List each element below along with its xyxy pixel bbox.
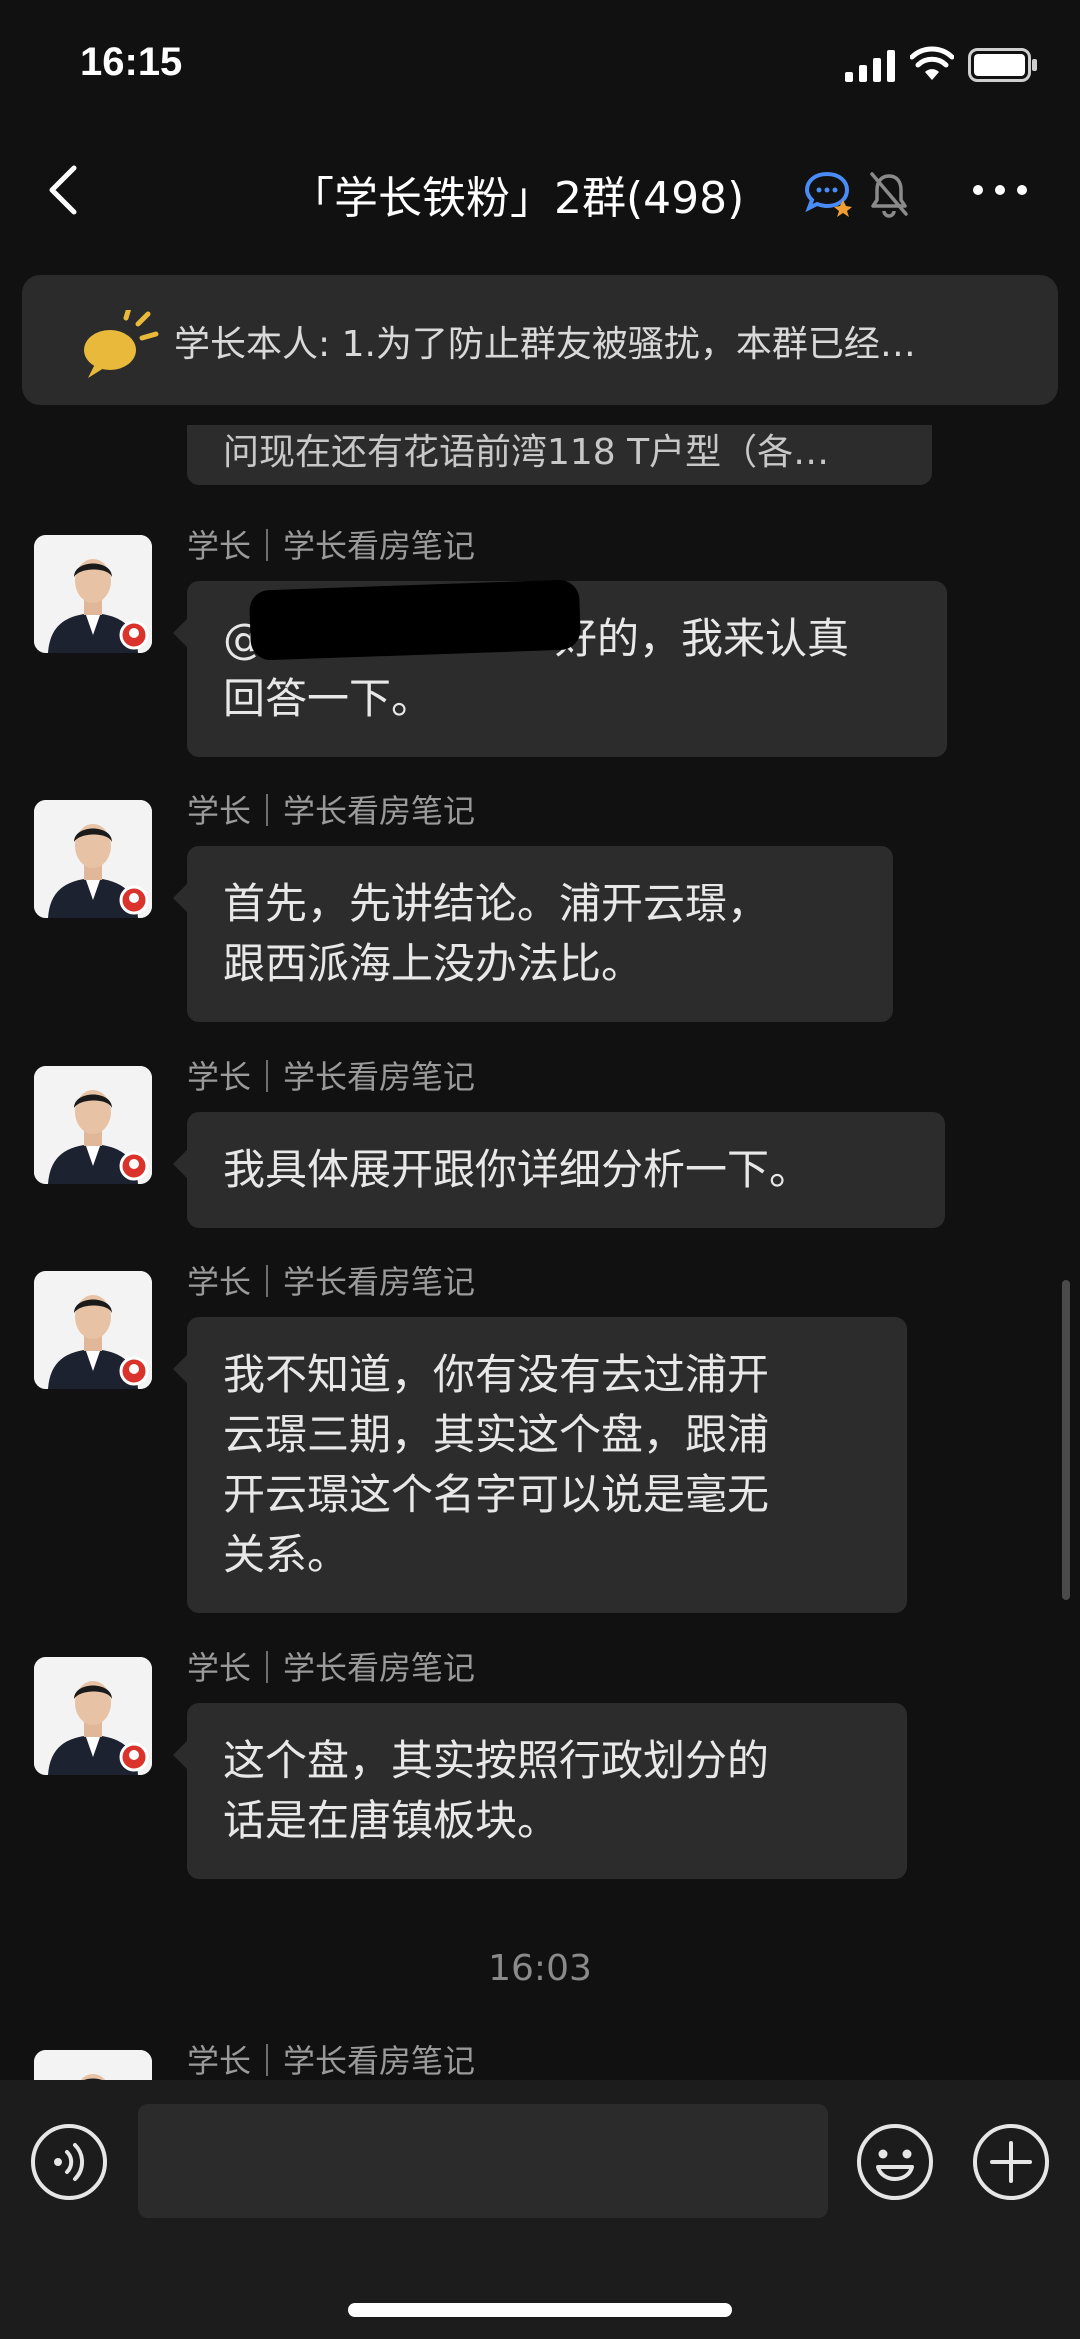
sender-name: 学长｜学长看房笔记 [187, 527, 476, 565]
avatar-person-icon [34, 1657, 152, 1775]
mute-bell-icon [870, 172, 908, 218]
bubble-tail [173, 1355, 187, 1383]
wifi-icon [910, 46, 954, 80]
message-list[interactable]: 问现在还有花语前湾118 T户型（各… 学长｜学长看房笔记 @ 好的，我来认真 回… [0, 425, 1080, 2080]
group-chat-badge-icon [805, 171, 852, 217]
scrollbar[interactable] [1062, 1280, 1070, 1600]
sender-avatar[interactable] [34, 2050, 152, 2080]
cellular-signal-icon [845, 50, 895, 82]
sender-name: 学长｜学长看房笔记 [187, 1263, 476, 1301]
message-bubble[interactable]: 首先，先讲结论。浦开云璟， 跟西派海上没办法比。 [187, 846, 893, 1022]
sender-avatar[interactable] [34, 535, 152, 653]
bubble-tail [173, 884, 187, 912]
avatar-person-icon [34, 2050, 152, 2080]
voice-input-icon[interactable] [30, 2123, 108, 2201]
message-line: 我具体展开跟你详细分析一下。 [223, 1145, 812, 1194]
battery-icon [968, 48, 1037, 82]
message-bubble[interactable]: 我具体展开跟你详细分析一下。 [187, 1112, 945, 1228]
message-line: 首先，先讲结论。浦开云璟， [223, 879, 770, 928]
back-chevron-icon[interactable] [40, 160, 90, 220]
sender-avatar[interactable] [34, 1271, 152, 1389]
notice-text: 学长本人: 1.为了防止群友被骚扰，本群已经… [174, 324, 916, 365]
avatar-person-icon [34, 1066, 152, 1184]
avatar-person-icon [34, 535, 152, 653]
more-dots-icon[interactable] [970, 170, 1030, 210]
plus-icon[interactable] [972, 2123, 1050, 2201]
message-line: 我不知道，你有没有去过浦开 [223, 1350, 770, 1399]
avatar-person-icon [34, 800, 152, 918]
nav-bar: 「学长铁粉」2群(498) [0, 140, 1080, 240]
sender-name: 学长｜学长看房笔记 [187, 1649, 476, 1687]
status-time: 16:15 [80, 40, 183, 84]
sender-avatar[interactable] [34, 1066, 152, 1184]
time-divider: 16:03 [488, 1948, 592, 1989]
bubble-tail [173, 1741, 187, 1769]
message-bubble-partial[interactable]: 问现在还有花语前湾118 T户型（各… [187, 425, 932, 485]
megaphone-icon [84, 310, 159, 378]
message-input[interactable] [138, 2104, 828, 2218]
bubble-tail [173, 619, 187, 647]
bubble-tail [173, 1150, 187, 1178]
message-line: 开云璟这个名字可以说是毫无 [223, 1470, 770, 1519]
message-line: 关系。 [223, 1530, 350, 1579]
message-text: 问现在还有花语前湾118 T户型（各… [223, 432, 830, 473]
sender-name: 学长｜学长看房笔记 [187, 792, 476, 830]
message-bubble[interactable]: 这个盘，其实按照行政划分的 话是在唐镇板块。 [187, 1703, 907, 1879]
avatar-person-icon [34, 1271, 152, 1389]
message-line: 云璟三期，其实这个盘，跟浦 [223, 1410, 770, 1459]
pinned-notice-banner[interactable]: 学长本人: 1.为了防止群友被骚扰，本群已经… [22, 275, 1058, 405]
message-line: 话是在唐镇板块。 [223, 1796, 560, 1845]
message-line: 跟西派海上没办法比。 [223, 939, 644, 988]
sender-name: 学长｜学长看房笔记 [187, 2042, 476, 2080]
chat-title[interactable]: 「学长铁粉」2群(498) [290, 162, 744, 226]
emoji-icon[interactable] [856, 2123, 934, 2201]
message-line: 回答一下。 [223, 674, 434, 723]
status-bar: 16:15 [0, 0, 1080, 130]
sender-avatar[interactable] [34, 800, 152, 918]
input-bar [0, 2080, 1080, 2339]
message-line: 这个盘，其实按照行政划分的 [223, 1736, 770, 1785]
message-bubble[interactable]: 我不知道，你有没有去过浦开 云璟三期，其实这个盘，跟浦 开云璟这个名字可以说是毫… [187, 1317, 907, 1613]
sender-name: 学长｜学长看房笔记 [187, 1058, 476, 1096]
home-indicator [348, 2303, 732, 2317]
sender-avatar[interactable] [34, 1657, 152, 1775]
redaction-mark [248, 579, 582, 661]
